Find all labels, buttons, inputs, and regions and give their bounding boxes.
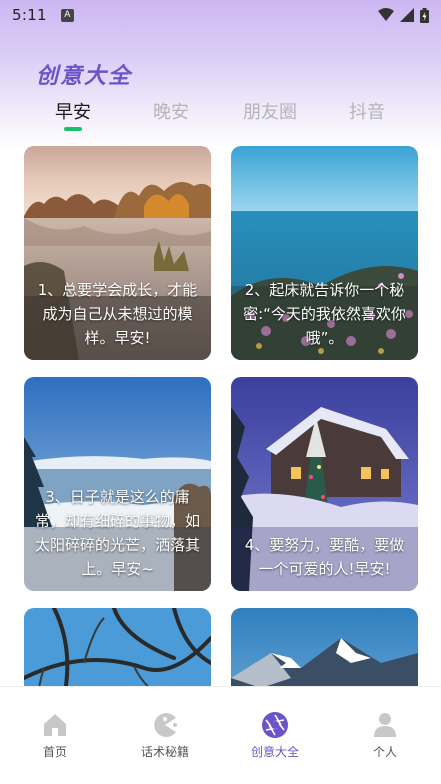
tab-douyin[interactable]: 抖音	[327, 98, 407, 124]
page-title: 创意大全	[36, 63, 133, 89]
status-time: 5:11	[12, 6, 47, 24]
card-3-text: 3、日子就是这么的庸常，却有细碎的事物，如太阳碎碎的光芒，洒落其上。早安~	[34, 488, 200, 578]
tab-night[interactable]: 晚安	[131, 98, 211, 124]
card-4[interactable]: 4、要努力，要酷，要做一个可爱的人!早安!	[231, 377, 418, 591]
card-1[interactable]: 1、总要学会成长，才能成为自己从未想过的模样。早安!	[24, 146, 211, 360]
nav-scripts-label: 话术秘籍	[140, 745, 189, 759]
card-6-image	[231, 608, 418, 686]
card-1-text: 1、总要学会成长，才能成为自己从未想过的模样。早安!	[37, 281, 198, 347]
pacman-icon	[154, 713, 177, 737]
nav-creative[interactable]: 创意大全	[220, 711, 330, 760]
card-grid: 1、总要学会成长，才能成为自己从未想过的模样。早安! 2、起床就告诉你一个秘密:…	[0, 146, 441, 686]
bottom-navigation: 首页 话术秘籍 创意大全 个人	[0, 686, 441, 784]
tab-morning[interactable]: 早安	[33, 98, 113, 124]
card-5[interactable]	[24, 608, 211, 686]
card-3[interactable]: 3、日子就是这么的庸常，却有细碎的事物，如太阳碎碎的光芒，洒落其上。早安~	[24, 377, 211, 591]
battery-icon	[420, 7, 429, 23]
category-tabs: 早安 晚安 朋友圈 抖音	[0, 98, 441, 138]
card-2-text: 2、起床就告诉你一个秘密:“今天的我依然喜欢你哦”。	[243, 281, 406, 347]
home-icon	[44, 714, 66, 736]
notification-icon: A	[60, 8, 74, 22]
tab-moments[interactable]: 朋友圈	[230, 98, 310, 124]
card-4-text: 4、要努力，要酷，要做一个可爱的人!早安!	[244, 536, 405, 578]
signal-icon	[400, 8, 414, 22]
nav-home-label: 首页	[42, 745, 67, 759]
wifi-icon	[378, 8, 394, 21]
card-2[interactable]: 2、起床就告诉你一个秘密:“今天的我依然喜欢你哦”。	[231, 146, 418, 360]
nav-home[interactable]: 首页	[0, 711, 110, 760]
aperture-icon	[262, 712, 288, 738]
card-6[interactable]	[231, 608, 418, 686]
active-tab-indicator	[64, 127, 82, 131]
status-icons	[378, 7, 429, 23]
nav-scripts[interactable]: 话术秘籍	[110, 711, 220, 760]
person-icon	[374, 713, 396, 737]
nav-creative-label: 创意大全	[250, 745, 299, 759]
status-bar: 5:11 A	[0, 0, 441, 30]
card-5-image	[24, 608, 211, 686]
nav-profile-label: 个人	[372, 745, 397, 759]
nav-profile[interactable]: 个人	[330, 711, 440, 760]
